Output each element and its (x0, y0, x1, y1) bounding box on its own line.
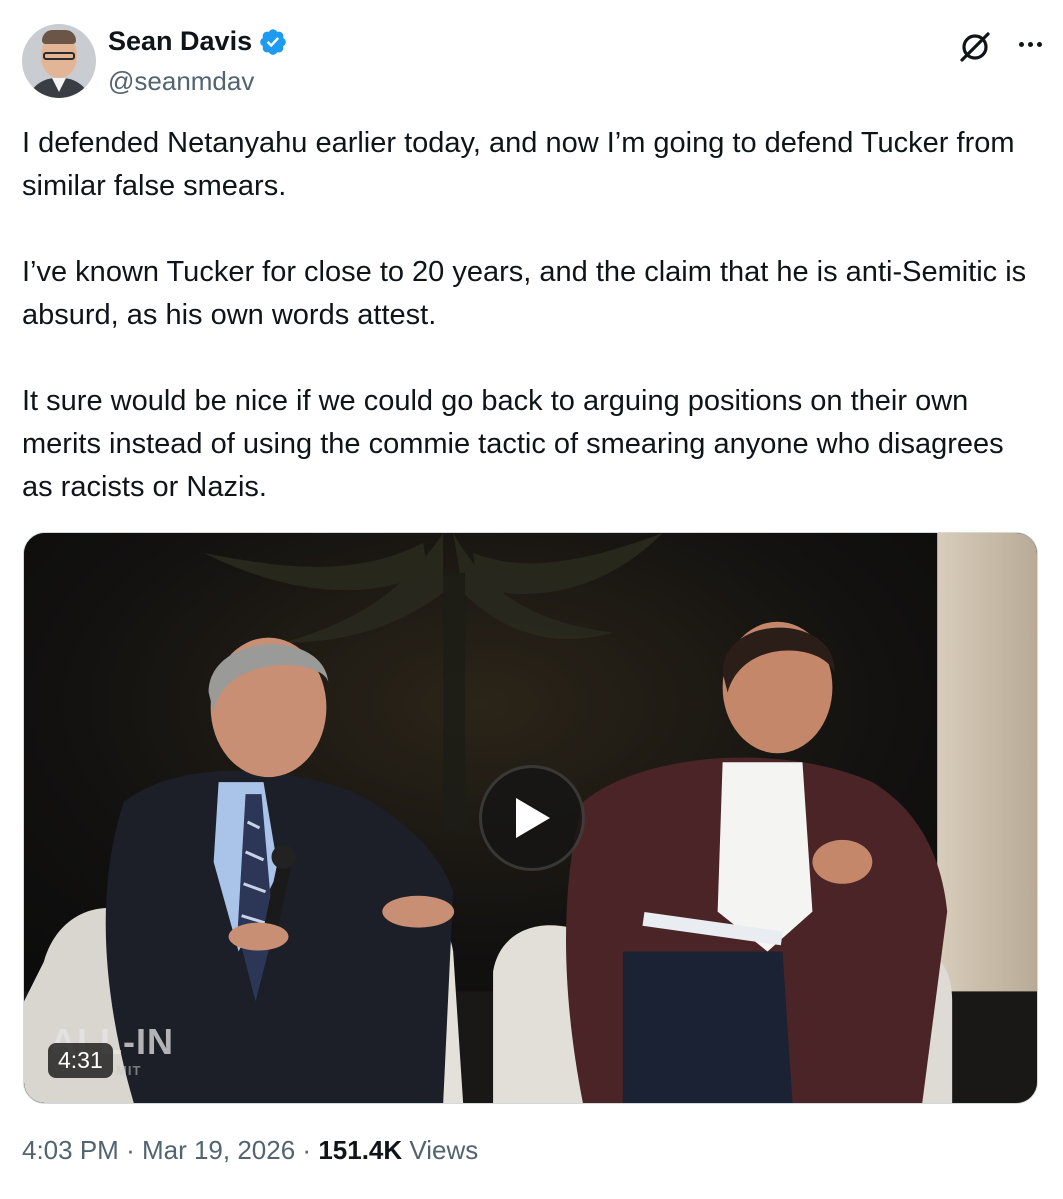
more-dot (1027, 41, 1033, 47)
meta-separator: · (126, 1135, 135, 1165)
verified-badge-icon (260, 28, 286, 55)
play-icon (516, 798, 550, 838)
more-dot (1018, 41, 1024, 47)
tweet-meta: 4:03 PM · Mar 19, 2026 · 151.4K Views (22, 1135, 478, 1166)
avatar-glasses (43, 52, 75, 60)
tweet-time[interactable]: 4:03 PM (22, 1135, 119, 1165)
grok-icon[interactable] (958, 30, 992, 64)
tweet-header: Sean Davis @seanmdav (22, 22, 1042, 102)
video-player[interactable]: ALL-IN MIT 4:31 (23, 532, 1038, 1104)
tweet-paragraph: It sure would be nice if we could go bac… (22, 385, 1004, 503)
play-button[interactable] (479, 765, 585, 871)
more-dot (1036, 41, 1042, 47)
avatar[interactable] (22, 24, 96, 98)
meta-separator: · (302, 1135, 312, 1165)
views-count: 151.4K (318, 1135, 403, 1165)
author-display-name[interactable]: Sean Davis (108, 26, 252, 57)
video-watermark-sub: MIT (116, 1063, 142, 1078)
avatar-hair (42, 30, 76, 44)
tweet-paragraph: I’ve known Tucker for close to 20 years,… (22, 256, 1027, 331)
views-label: Views (409, 1135, 479, 1165)
tweet-date[interactable]: Mar 19, 2026 (142, 1135, 295, 1165)
video-duration: 4:31 (48, 1043, 113, 1078)
more-icon[interactable] (1012, 26, 1048, 62)
author-name-row: Sean Davis (108, 26, 288, 57)
tweet-text: I defended Netanyahu earlier today, and … (22, 122, 1042, 509)
author-handle[interactable]: @seanmdav (108, 66, 254, 97)
tweet-paragraph: I defended Netanyahu earlier today, and … (22, 127, 1015, 202)
